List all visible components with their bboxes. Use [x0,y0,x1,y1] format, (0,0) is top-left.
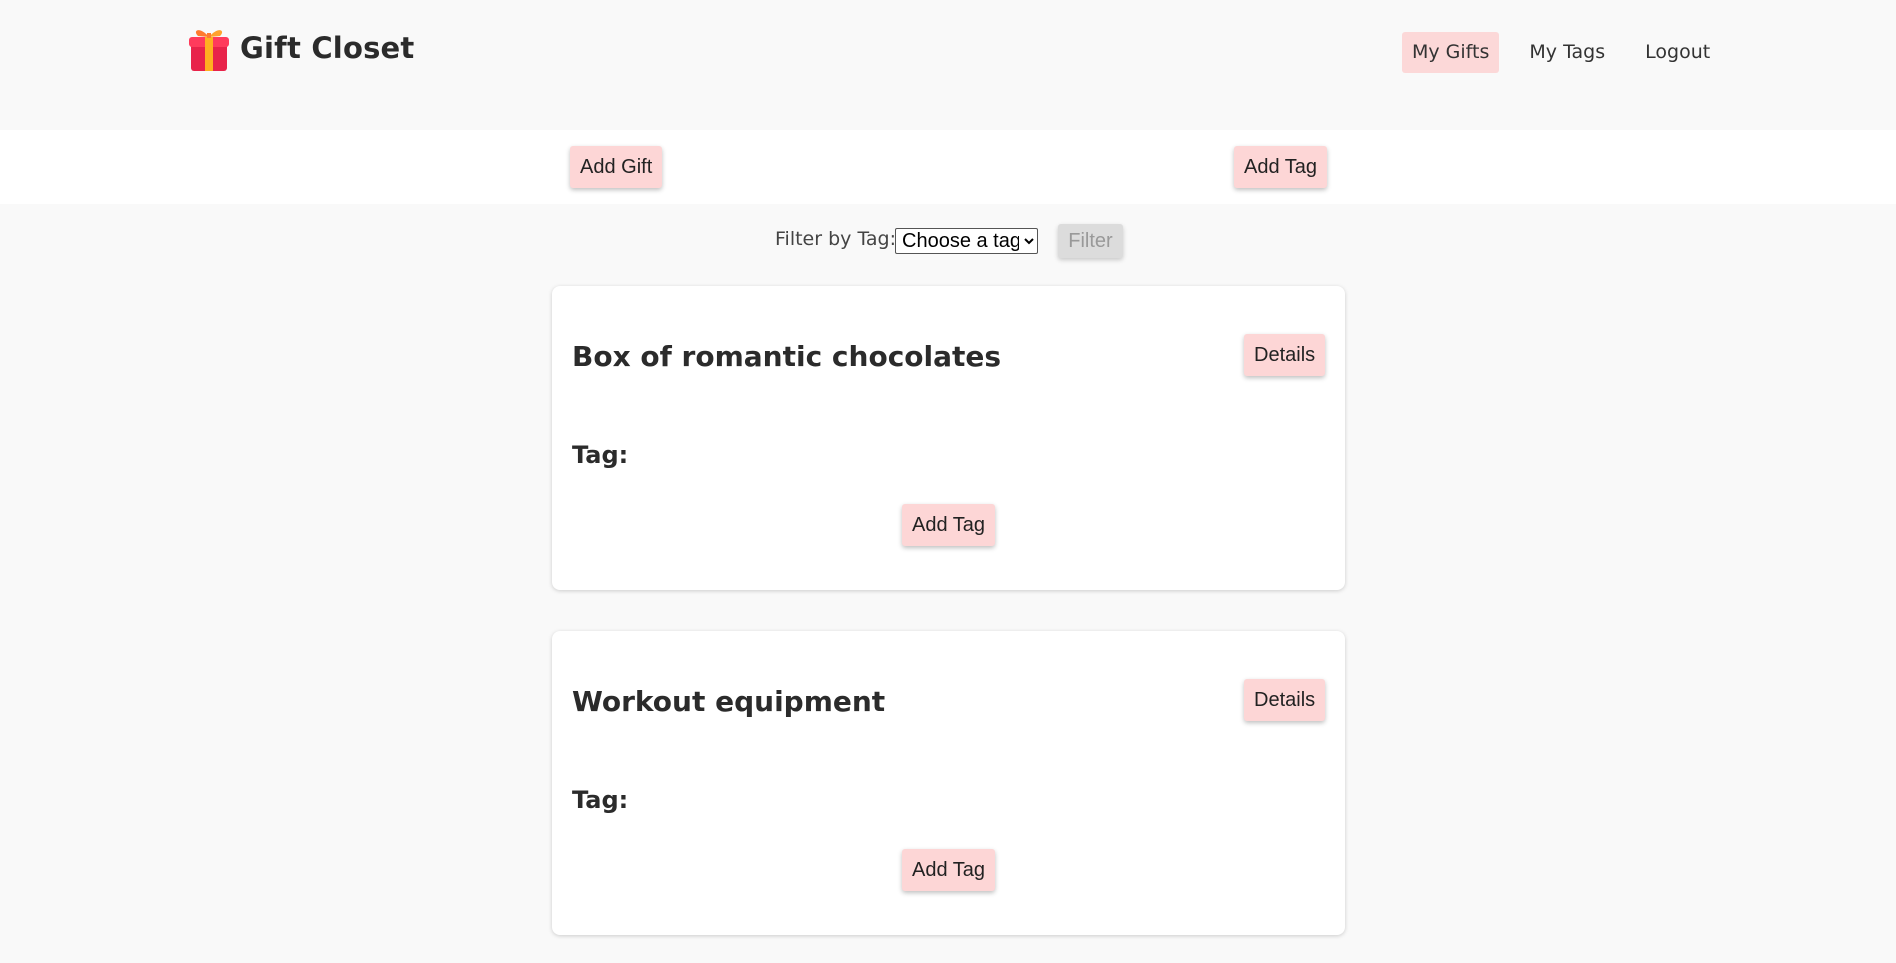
tag-label: Tag: [572,441,629,469]
nav-my-tags[interactable]: My Tags [1519,32,1615,73]
filter-button[interactable]: Filter [1058,224,1123,258]
details-button[interactable]: Details [1244,679,1326,721]
tag-label: Tag: [572,786,629,814]
site-header: Gift Closet My Gifts My Tags Logout [0,0,1896,130]
gift-icon [188,24,230,72]
details-button[interactable]: Details [1244,334,1326,376]
brand-logo-link[interactable]: Gift Closet [188,24,414,72]
add-gift-button[interactable]: Add Gift [570,146,663,188]
card-add-tag-button[interactable]: Add Tag [902,849,996,891]
nav-logout[interactable]: Logout [1635,32,1720,73]
gift-card: Box of romantic chocolates Details Tag: … [552,286,1345,590]
gift-card: Workout equipment Details Tag: Add Tag [552,631,1345,935]
brand-title: Gift Closet [240,31,415,65]
add-tag-button[interactable]: Add Tag [1234,146,1328,188]
nav-my-gifts[interactable]: My Gifts [1402,32,1500,73]
gift-title: Box of romantic chocolates [572,340,1002,373]
tag-select[interactable]: Choose a tag [895,228,1038,254]
filter-bar: Filter by Tag: Choose a tag Filter [0,224,1896,258]
main-nav: My Gifts My Tags Logout [1402,32,1720,73]
action-bar: Add Gift Add Tag [0,130,1896,204]
gift-title: Workout equipment [572,685,886,718]
filter-label: Filter by Tag: [775,228,897,250]
card-add-tag-button[interactable]: Add Tag [902,504,996,546]
